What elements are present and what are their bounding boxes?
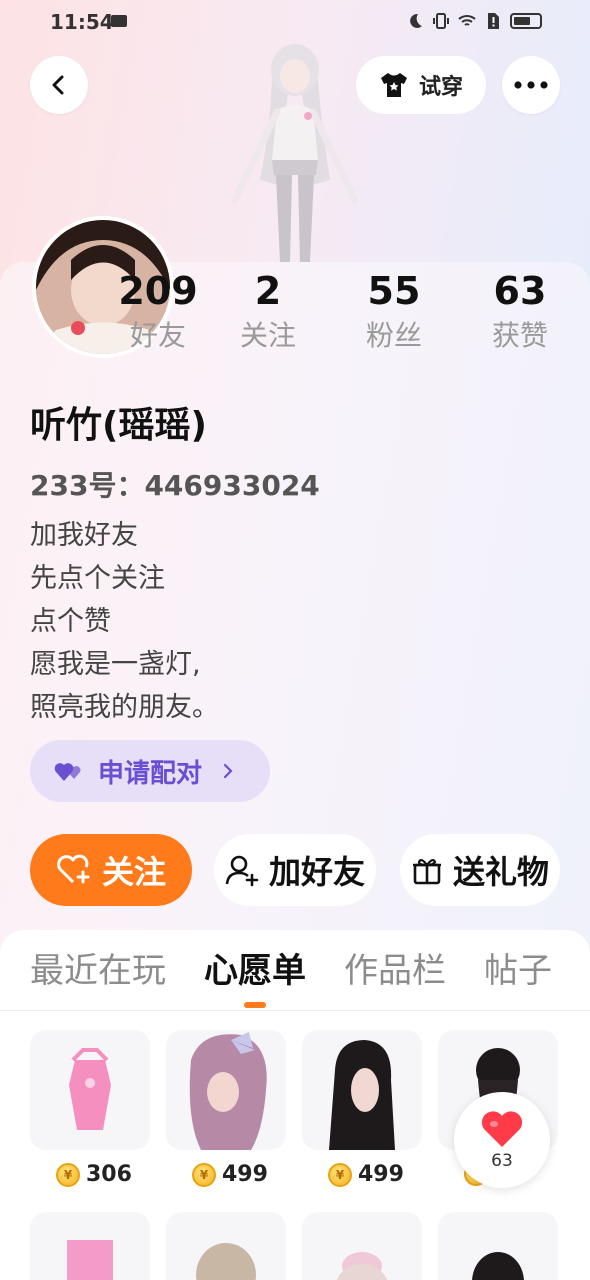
bio-line: 点个赞 — [30, 606, 111, 637]
item-thumbnail — [166, 1030, 286, 1150]
like-count: 63 — [491, 1151, 513, 1171]
request-match-label: 申请配对 — [98, 758, 203, 789]
back-button[interactable] — [30, 56, 88, 114]
coin-icon: ¥ — [56, 1162, 80, 1187]
profile-uid: 233号：446933024 — [30, 469, 320, 502]
gift-icon — [412, 858, 441, 885]
more-button[interactable] — [502, 56, 560, 114]
profile-tabs: 最近在玩 心愿单 作品栏 帖子 — [30, 948, 552, 1008]
heart-plus-icon — [57, 854, 90, 884]
profile-bio: 加我好友 先点个关注 点个赞 愿我是一盏灯, 照亮我的朋友。 — [30, 514, 219, 729]
item-thumbnail — [302, 1030, 422, 1150]
stat-value: 2 — [254, 269, 282, 313]
request-match-button[interactable]: 申请配对 — [30, 740, 270, 802]
chevron-left-icon — [52, 75, 64, 95]
item-thumbnail — [30, 1212, 150, 1280]
coin-icon: ¥ — [192, 1162, 216, 1187]
vibrate-icon — [432, 12, 450, 30]
try-on-button[interactable]: 试穿 — [356, 56, 486, 114]
tab-works[interactable]: 作品栏 — [344, 948, 446, 994]
coin-icon: ¥ — [328, 1162, 352, 1187]
heart-icon — [481, 1111, 523, 1147]
moon-icon — [406, 12, 424, 30]
send-gift-button[interactable]: 送礼物 — [400, 834, 560, 906]
add-friend-button[interactable]: 加好友 — [214, 834, 376, 906]
item-thumbnail — [302, 1212, 422, 1280]
floating-like-button[interactable]: 63 — [454, 1092, 550, 1188]
stat-value: 209 — [118, 269, 198, 313]
stat-likes[interactable]: 63 获赞 — [460, 270, 580, 356]
wishlist-item[interactable]: ¥ 499 — [302, 1030, 422, 1187]
bio-line: 加我好友 — [30, 520, 138, 551]
status-icons — [406, 12, 542, 30]
tshirt-icon — [380, 73, 407, 97]
tab-recently-played[interactable]: 最近在玩 — [30, 948, 166, 994]
wishlist-item[interactable] — [438, 1212, 558, 1280]
profile-name: 听竹(瑶瑶) — [30, 405, 207, 446]
hearts-icon — [54, 763, 81, 781]
tab-wishlist[interactable]: 心愿单 — [204, 948, 306, 1008]
stat-label: 好友 — [129, 319, 186, 352]
item-thumbnail — [30, 1030, 150, 1150]
status-time: 11:54 — [50, 10, 114, 34]
wishlist-item[interactable]: ¥ 499 — [166, 1030, 286, 1187]
bio-line: 愿我是一盏灯, — [30, 649, 201, 680]
stat-label: 粉丝 — [365, 319, 422, 352]
price-value: 306 — [86, 1162, 132, 1187]
chevron-right-icon — [223, 763, 233, 779]
item-price: ¥ 306 — [56, 1162, 150, 1187]
user-plus-icon — [225, 855, 259, 887]
send-gift-label: 送礼物 — [452, 853, 549, 891]
bio-line: 先点个关注 — [30, 563, 165, 594]
stat-fans[interactable]: 55 粉丝 — [334, 270, 454, 356]
follow-label: 关注 — [101, 853, 166, 891]
price-value: 499 — [222, 1162, 268, 1187]
record-icon — [111, 15, 127, 27]
stat-value: 55 — [367, 269, 421, 313]
battery-icon — [510, 13, 542, 29]
wifi-icon — [458, 12, 476, 30]
stat-friends[interactable]: 209 好友 — [98, 270, 218, 356]
try-on-label: 试穿 — [418, 75, 463, 100]
wishlist-item[interactable] — [166, 1212, 286, 1280]
stat-label: 获赞 — [491, 319, 548, 352]
wishlist-item[interactable]: ¥ 306 — [30, 1030, 150, 1187]
follow-button[interactable]: 关注 — [30, 834, 192, 906]
sim-alert-icon — [484, 12, 502, 30]
stat-label: 关注 — [239, 319, 296, 352]
avatar-3d-figure — [230, 40, 360, 262]
stat-value: 63 — [493, 269, 547, 313]
item-thumbnail — [166, 1212, 286, 1280]
tabs-divider — [0, 1010, 590, 1011]
item-thumbnail — [438, 1212, 558, 1280]
more-dots-icon — [514, 81, 548, 89]
tab-posts[interactable]: 帖子 — [484, 948, 552, 994]
bio-line: 照亮我的朋友。 — [30, 692, 219, 723]
stat-following[interactable]: 2 关注 — [208, 270, 328, 356]
wishlist-item[interactable] — [302, 1212, 422, 1280]
wishlist-item[interactable] — [30, 1212, 150, 1280]
status-bar: 11:54 — [0, 0, 590, 44]
item-price: ¥ 499 — [192, 1162, 286, 1187]
add-friend-label: 加好友 — [268, 853, 365, 891]
price-value: 499 — [358, 1162, 404, 1187]
item-price: ¥ 499 — [328, 1162, 422, 1187]
